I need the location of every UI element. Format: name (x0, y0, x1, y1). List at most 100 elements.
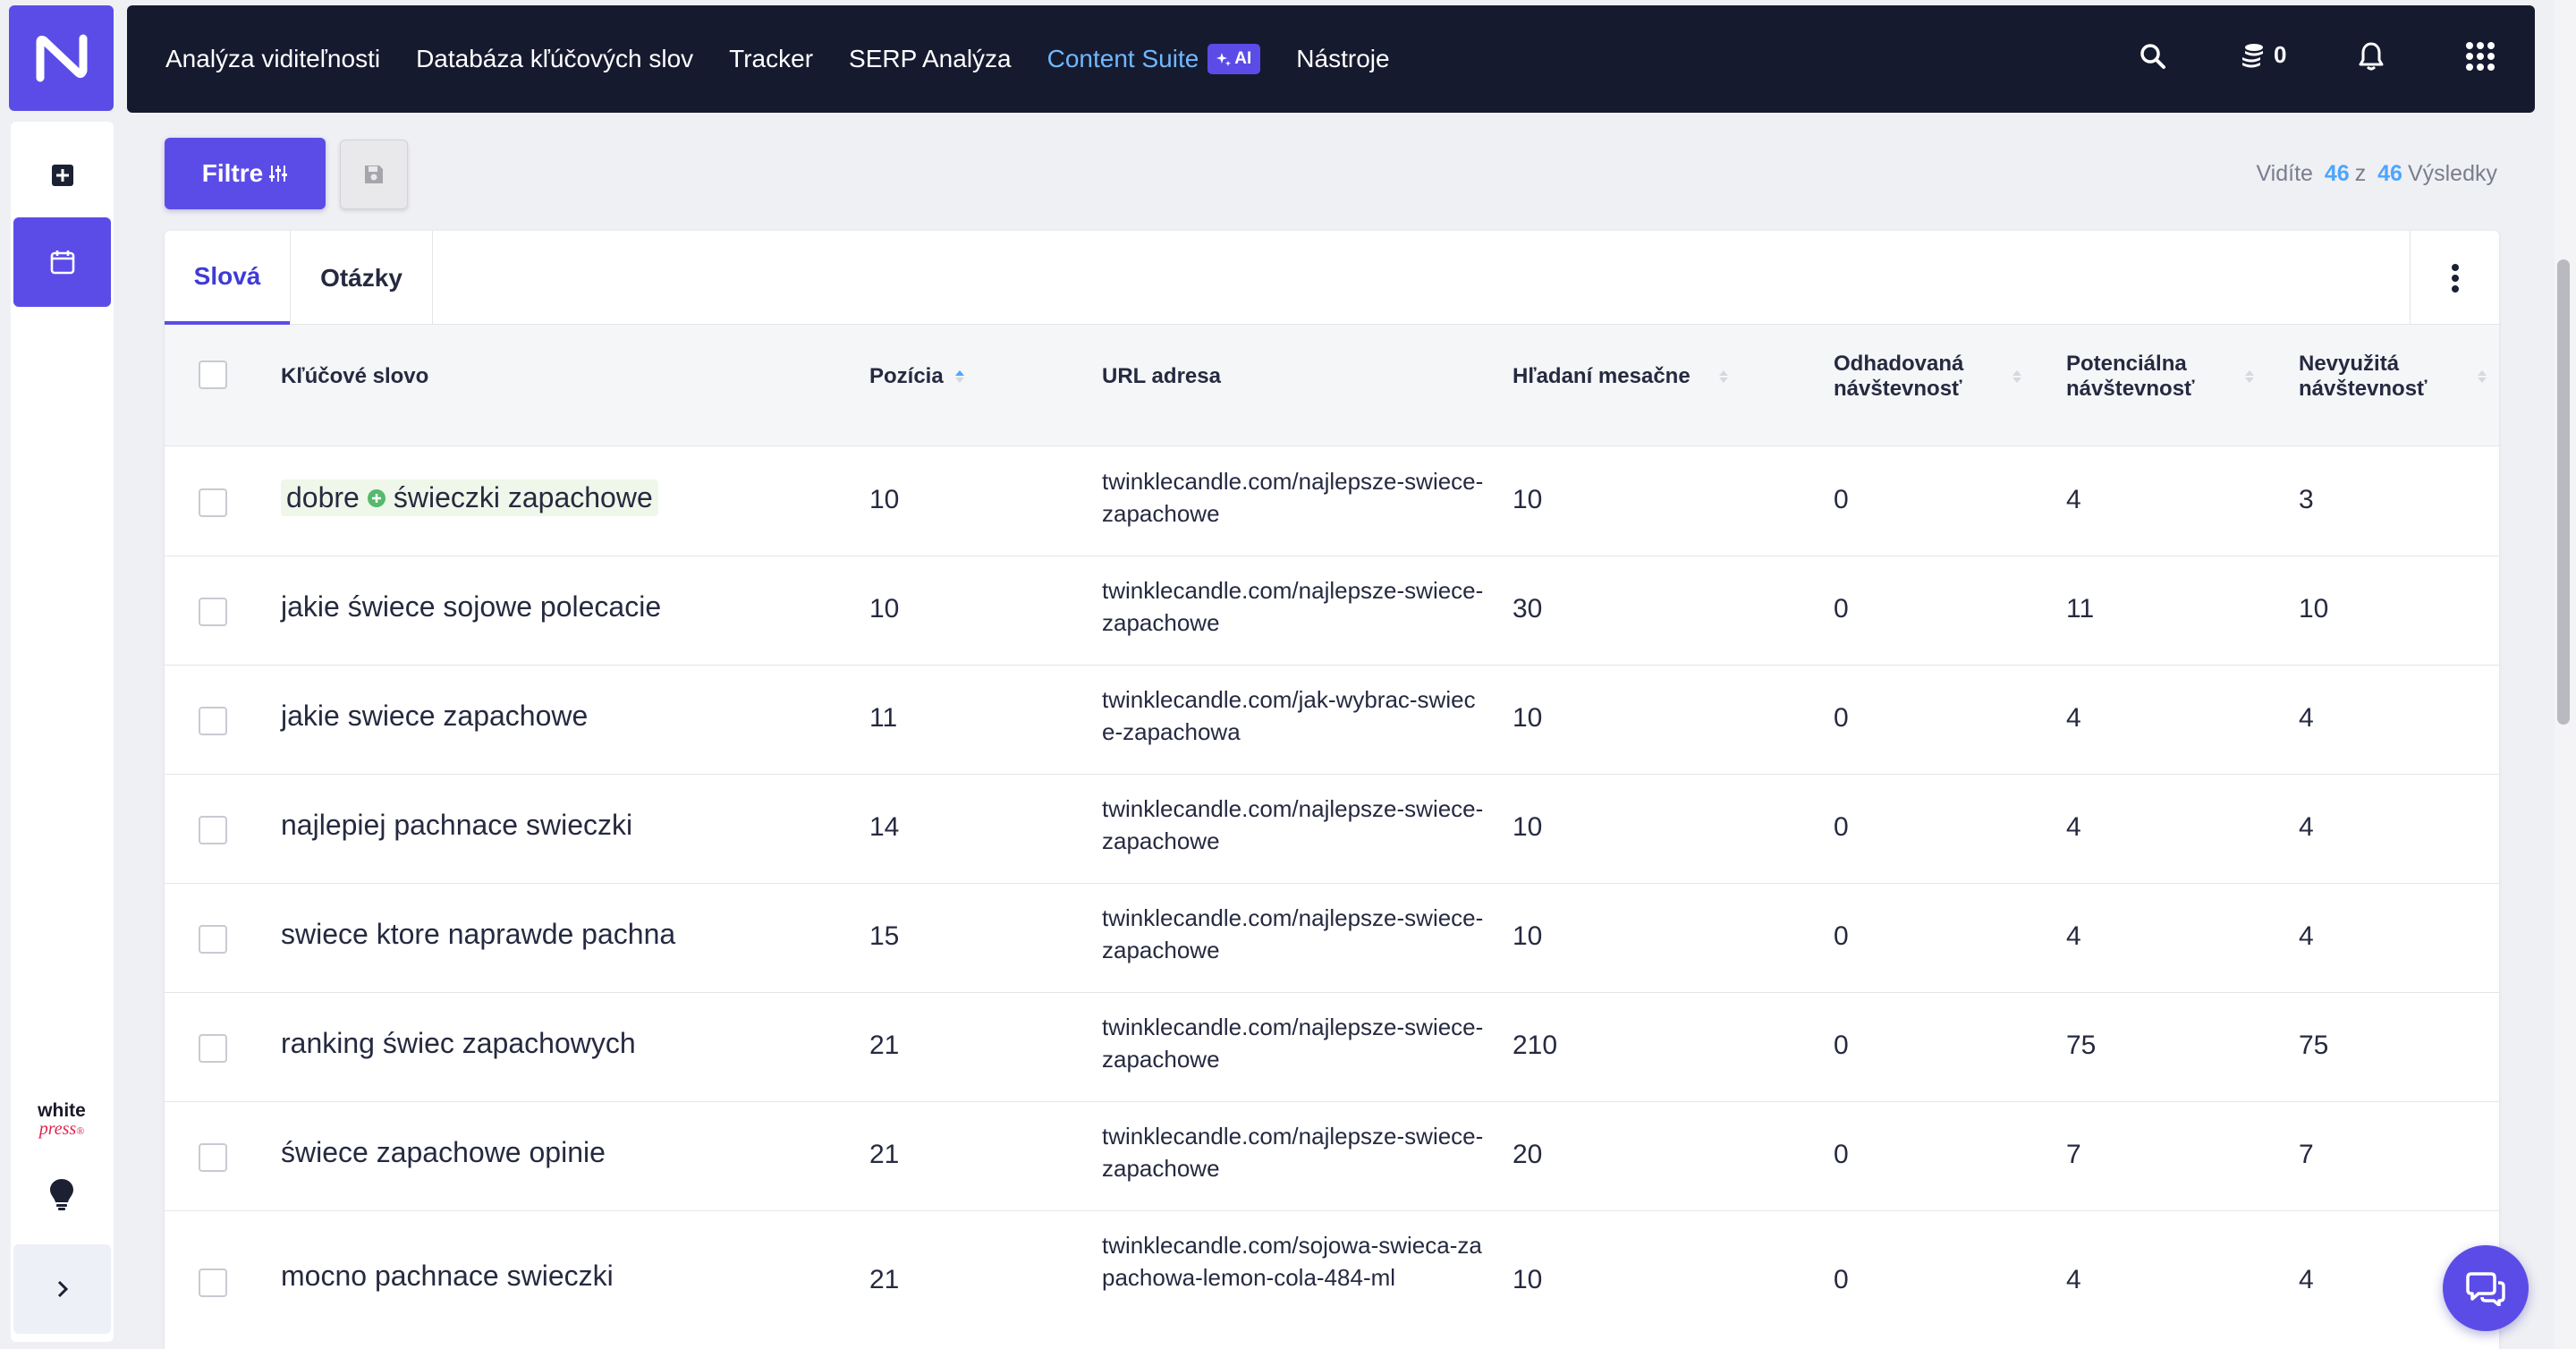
position-cell: 10 (869, 485, 900, 514)
sort-icon (2245, 370, 2254, 383)
monthly-cell: 10 (1513, 812, 1543, 842)
row-checkbox[interactable] (199, 925, 227, 954)
header-keyword[interactable]: Kľúčové slovo (281, 364, 428, 389)
notifications-button[interactable] (2358, 41, 2385, 76)
keyword-cell: swiece ktore naprawde pachna (281, 918, 676, 950)
nav-tools[interactable]: Nástroje (1296, 45, 1389, 73)
potential-cell: 4 (2066, 921, 2081, 951)
url-link[interactable]: twinklecandle.com/jak-wybrac-swiece-zapa… (1102, 683, 1487, 748)
page-scrollbar-thumb[interactable] (2557, 259, 2570, 725)
nav-content-suite[interactable]: Content Suite AI (1047, 44, 1261, 74)
table-row[interactable]: jakie swiece zapachowe 11 twinklecandle.… (165, 666, 2499, 775)
filter-sliders-icon (269, 165, 288, 182)
row-checkbox[interactable] (199, 707, 227, 735)
keyword-cell: najlepiej pachnace swieczki (281, 809, 633, 841)
table-row[interactable]: mocno pachnace swieczki 21 twinklecandle… (165, 1211, 2499, 1349)
save-disk-icon (365, 165, 383, 183)
expand-sidebar-button[interactable] (13, 1244, 111, 1334)
header-position[interactable]: Pozícia (869, 364, 944, 389)
table-row[interactable]: najlepiej pachnace swieczki 14 twinkleca… (165, 775, 2499, 884)
row-checkbox[interactable] (199, 598, 227, 626)
keyword-cell: dobre świeczki zapachowe (281, 479, 658, 516)
calendar-icon (50, 250, 74, 275)
save-filter-button[interactable] (340, 140, 408, 209)
search-button[interactable] (2140, 43, 2166, 74)
estimated-cell: 0 (1834, 594, 1849, 624)
url-link[interactable]: twinklecandle.com/najlepsze-swiece-zapac… (1102, 1011, 1487, 1075)
position-cell: 10 (869, 594, 900, 624)
whitepress-logo[interactable]: white press® (30, 1101, 93, 1138)
tabs: Slová Otázky (165, 231, 2499, 325)
row-checkbox[interactable] (199, 1034, 227, 1063)
credits-indicator[interactable]: 0 (2240, 41, 2286, 69)
url-link[interactable]: twinklecandle.com/sojowa-swieca-zapachow… (1102, 1229, 1487, 1294)
filter-button[interactable]: Filtre (165, 138, 326, 209)
monthly-cell: 10 (1513, 703, 1543, 733)
table-row[interactable]: jakie świece sojowe polecacie 10 twinkle… (165, 556, 2499, 666)
url-link[interactable]: twinklecandle.com/najlepsze-swiece-zapac… (1102, 1120, 1487, 1184)
monthly-cell: 10 (1513, 921, 1543, 951)
position-cell: 11 (869, 703, 898, 733)
url-link[interactable]: twinklecandle.com/najlepsze-swiece-zapac… (1102, 902, 1487, 966)
nav-keyword-database[interactable]: Databáza kľúčových slov (416, 45, 693, 73)
potential-cell: 11 (2066, 594, 2095, 624)
keyword-highlight: dobre świeczki zapachowe (281, 479, 658, 516)
more-options-button[interactable] (2410, 231, 2499, 325)
nav-serp-analysis[interactable]: SERP Analýza (849, 45, 1012, 73)
top-navigation: Analýza viditeľnosti Databáza kľúčových … (127, 5, 2535, 113)
select-all-checkbox[interactable] (199, 361, 227, 389)
kebab-menu-icon (2451, 263, 2459, 293)
tips-button[interactable] (48, 1177, 75, 1216)
row-checkbox[interactable] (199, 488, 227, 517)
row-checkbox[interactable] (199, 1143, 227, 1172)
header-url[interactable]: URL adresa (1102, 364, 1221, 389)
apps-menu-button[interactable] (2465, 41, 2496, 76)
tab-questions[interactable]: Otázky (290, 231, 433, 325)
sort-asc-icon (955, 370, 964, 383)
lightbulb-icon (50, 1179, 73, 1210)
table-row[interactable]: dobre świeczki zapachowe 10 twinklecandl… (165, 447, 2499, 556)
sparkle-icon (1216, 53, 1232, 66)
url-link[interactable]: twinklecandle.com/najlepsze-swiece-zapac… (1102, 574, 1487, 639)
potential-cell: 7 (2066, 1140, 2081, 1169)
estimated-cell: 0 (1834, 1140, 1849, 1169)
header-estimated-traffic[interactable]: Odhadovaná návštevnosť (1834, 352, 1963, 402)
keyword-cell: świece zapachowe opinie (281, 1136, 606, 1168)
unused-cell: 4 (2299, 703, 2314, 733)
url-link[interactable]: twinklecandle.com/najlepsze-swiece-zapac… (1102, 793, 1487, 857)
header-potential-traffic[interactable]: Potenciálna návštevnosť (2066, 352, 2195, 402)
table-row[interactable]: swiece ktore naprawde pachna 15 twinklec… (165, 884, 2499, 993)
chat-bubbles-icon (2466, 1272, 2505, 1306)
keyword-cell: ranking świec zapachowych (281, 1027, 636, 1059)
estimated-cell: 0 (1834, 921, 1849, 951)
add-circle-icon[interactable] (367, 488, 386, 508)
position-cell: 14 (869, 812, 900, 842)
app-logo[interactable] (9, 5, 114, 111)
add-project-button[interactable] (13, 131, 111, 220)
url-link[interactable]: twinklecandle.com/najlepsze-swiece-zapac… (1102, 465, 1487, 530)
table-header: Kľúčové slovo Pozícia URL adresa Hľadaní… (165, 325, 2499, 446)
nav-content-suite-label: Content Suite (1046, 45, 1199, 72)
row-checkbox[interactable] (199, 1268, 227, 1297)
row-checkbox[interactable] (199, 816, 227, 844)
nav-visibility-analysis[interactable]: Analýza viditeľnosti (165, 45, 380, 73)
position-cell: 21 (869, 1140, 900, 1169)
estimated-cell: 0 (1834, 703, 1849, 733)
plus-square-icon (51, 165, 73, 186)
keywords-table-card: Slová Otázky Kľúčové slovo Pozícia URL a… (165, 231, 2499, 1349)
table-row[interactable]: ranking świec zapachowych 21 twinklecand… (165, 993, 2499, 1102)
results-count: Vidíte 46 z 46 Výsledky (2256, 161, 2497, 186)
table-row[interactable]: świece zapachowe opinie 21 twinklecandle… (165, 1102, 2499, 1211)
ai-badge: AI (1208, 44, 1261, 74)
header-monthly-searches[interactable]: Hľadaní mesačne (1513, 364, 1690, 389)
potential-cell: 4 (2066, 485, 2081, 514)
tab-words[interactable]: Slová (165, 231, 290, 325)
calendar-nav-button[interactable] (13, 217, 111, 307)
unused-cell: 4 (2299, 812, 2314, 842)
nav-tracker[interactable]: Tracker (729, 45, 813, 73)
header-unused-traffic[interactable]: Nevyužitá návštevnosť (2299, 352, 2428, 402)
chat-support-button[interactable] (2443, 1245, 2529, 1331)
unused-cell: 4 (2299, 1265, 2314, 1294)
potential-cell: 4 (2066, 1265, 2081, 1294)
estimated-cell: 0 (1834, 1031, 1849, 1060)
